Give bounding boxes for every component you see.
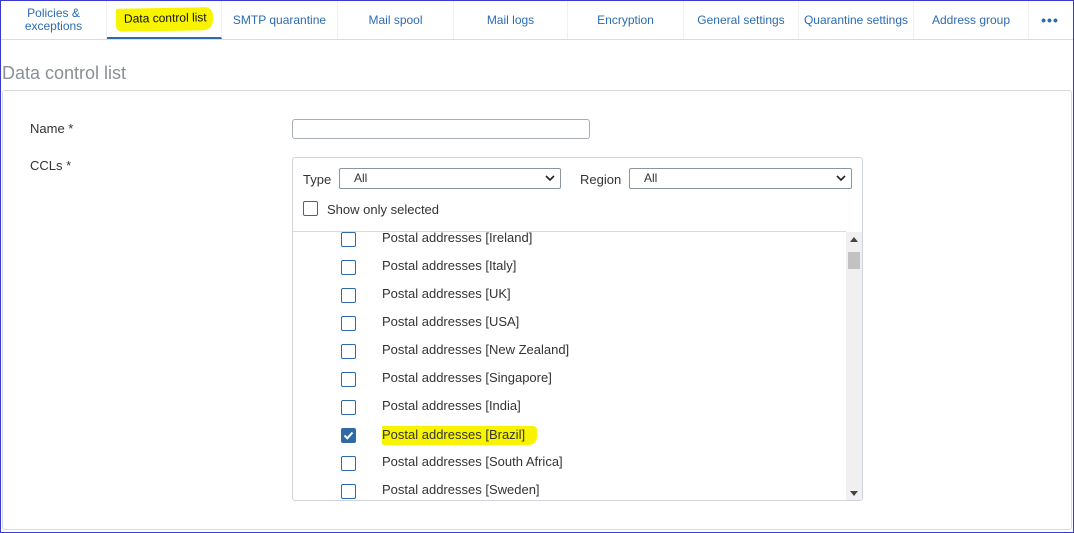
scrollbar-thumb[interactable] bbox=[848, 252, 860, 269]
type-label: Type bbox=[303, 172, 332, 187]
tab-quarantine-settings[interactable]: Quarantine settings bbox=[799, 1, 914, 39]
show-only-selected-label: Show only selected bbox=[327, 202, 440, 217]
tab-data-control-list[interactable]: Data control list bbox=[107, 1, 222, 39]
list-item[interactable]: Postal addresses [USA] bbox=[293, 313, 846, 341]
tab-mail-spool[interactable]: Mail spool bbox=[338, 1, 454, 39]
tab-label: Data control list bbox=[115, 6, 213, 32]
tab-label: General settings bbox=[697, 12, 785, 27]
tab-address-group[interactable]: Address group bbox=[914, 1, 1029, 39]
ccl-label: Postal addresses [Ireland] bbox=[382, 231, 533, 245]
list-item[interactable]: Postal addresses [Singapore] bbox=[293, 369, 846, 397]
region-select[interactable]: All bbox=[629, 168, 852, 189]
ccl-checkbox-checked[interactable] bbox=[341, 428, 356, 443]
tab-label: Mail logs bbox=[486, 12, 535, 27]
scroll-up-button[interactable] bbox=[846, 232, 862, 246]
arrow-down-icon bbox=[850, 490, 858, 496]
list-item[interactable]: Postal addresses [UK] bbox=[293, 285, 846, 313]
ccl-list: Postal addresses [Ireland] Postal addres… bbox=[293, 231, 846, 501]
ccl-checkbox[interactable] bbox=[341, 288, 356, 303]
chevron-down-icon bbox=[836, 175, 846, 182]
ccl-label: Postal addresses [Italy] bbox=[382, 258, 517, 273]
tab-bar: Policies & exceptions Data control list … bbox=[1, 1, 1073, 40]
more-icon: ••• bbox=[1041, 11, 1059, 28]
tab-mail-logs[interactable]: Mail logs bbox=[454, 1, 568, 39]
list-scrollbar[interactable] bbox=[846, 232, 862, 500]
ccl-checkbox[interactable] bbox=[341, 484, 356, 499]
ccl-checkbox[interactable] bbox=[341, 456, 356, 471]
tab-label: Encryption bbox=[597, 12, 654, 27]
tab-policies-exceptions[interactable]: Policies & exceptions bbox=[1, 1, 107, 39]
ccl-checkbox[interactable] bbox=[341, 316, 356, 331]
tab-general-settings[interactable]: General settings bbox=[684, 1, 799, 39]
ccl-label: Postal addresses [USA] bbox=[382, 314, 520, 329]
ccl-label: Postal addresses [New Zealand] bbox=[382, 342, 570, 357]
region-label: Region bbox=[580, 172, 622, 187]
ccl-checkbox[interactable] bbox=[341, 260, 356, 275]
ccl-checkbox[interactable] bbox=[341, 372, 356, 387]
ccl-label: Postal addresses [Sweden] bbox=[382, 482, 540, 497]
ccl-checkbox[interactable] bbox=[341, 344, 356, 359]
ccl-label: Postal addresses [South Africa] bbox=[382, 454, 563, 469]
tab-label: Policies & exceptions bbox=[24, 6, 83, 33]
tab-label: Mail spool bbox=[368, 12, 423, 27]
show-only-selected-checkbox[interactable] bbox=[303, 201, 318, 216]
tab-label: Quarantine settings bbox=[803, 12, 909, 27]
checkmark-icon bbox=[343, 431, 354, 440]
name-input[interactable] bbox=[292, 119, 590, 139]
ccls-label: CCLs * bbox=[30, 158, 72, 173]
ccl-checkbox[interactable] bbox=[341, 232, 356, 247]
tab-smtp-quarantine[interactable]: SMTP quarantine bbox=[222, 1, 338, 39]
tab-encryption[interactable]: Encryption bbox=[568, 1, 684, 39]
type-select[interactable]: All bbox=[339, 168, 561, 189]
list-item[interactable]: Postal addresses [Ireland] bbox=[293, 231, 846, 257]
ccl-checkbox[interactable] bbox=[341, 400, 356, 415]
page-title: Data control list bbox=[2, 63, 127, 83]
region-select-value: All bbox=[644, 171, 658, 185]
list-item[interactable]: Postal addresses [South Africa] bbox=[293, 453, 846, 481]
ccl-label: Postal addresses [Brazil] bbox=[382, 426, 538, 445]
tab-label: Address group bbox=[931, 12, 1011, 27]
type-select-value: All bbox=[354, 171, 368, 185]
name-label: Name * bbox=[30, 121, 74, 136]
list-item[interactable]: Postal addresses [India] bbox=[293, 397, 846, 425]
more-tabs-button[interactable]: ••• bbox=[1029, 1, 1071, 39]
arrow-up-icon bbox=[850, 236, 858, 242]
list-item[interactable]: Postal addresses [New Zealand] bbox=[293, 341, 846, 369]
ccl-label: Postal addresses [India] bbox=[382, 398, 521, 413]
list-item[interactable]: Postal addresses [Italy] bbox=[293, 257, 846, 285]
list-item[interactable]: Postal addresses [Brazil] bbox=[293, 425, 846, 453]
tab-label: SMTP quarantine bbox=[232, 12, 327, 27]
ccl-label: Postal addresses [UK] bbox=[382, 286, 511, 301]
chevron-down-icon bbox=[545, 175, 555, 182]
list-item[interactable]: Postal addresses [Sweden] bbox=[293, 481, 846, 501]
ccl-label: Postal addresses [Singapore] bbox=[382, 370, 552, 385]
scroll-down-button[interactable] bbox=[846, 486, 862, 500]
